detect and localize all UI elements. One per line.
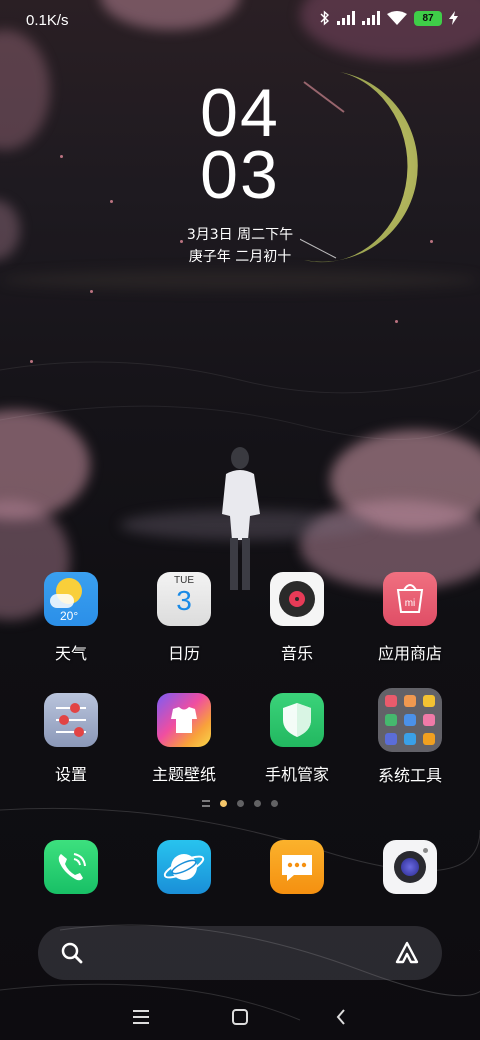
app-calendar[interactable]: TUE 3 日历 xyxy=(134,572,234,664)
app-store[interactable]: mi 应用商店 xyxy=(360,572,460,664)
dock-browser[interactable] xyxy=(134,840,234,894)
lunar-date-text: 庚子年 二月初十 xyxy=(188,249,292,265)
page-dot xyxy=(254,800,261,807)
phone-icon xyxy=(44,840,98,894)
home-icon xyxy=(232,1009,248,1025)
page-dot xyxy=(271,800,278,807)
dock-messages[interactable] xyxy=(247,840,347,894)
messages-icon xyxy=(270,840,324,894)
system-tools-folder-icon xyxy=(378,688,442,752)
search-icon xyxy=(61,942,83,964)
page-dot xyxy=(237,800,244,807)
app-label: 主题壁纸 xyxy=(151,765,216,784)
signal-icon xyxy=(362,11,380,25)
menu-icon xyxy=(133,1010,149,1024)
app-themes[interactable]: 主题壁纸 xyxy=(134,693,234,785)
dock-camera[interactable] xyxy=(360,840,460,894)
sea-waves xyxy=(0,361,480,1021)
page-indicator[interactable] xyxy=(0,800,480,807)
calendar-day: 3 xyxy=(176,585,192,616)
status-icons: 87 xyxy=(320,10,458,26)
app-label: 系统工具 xyxy=(377,766,442,785)
app-settings[interactable]: 设置 xyxy=(21,693,121,785)
date-text: 3月3日 周二下午 xyxy=(186,227,294,243)
security-icon xyxy=(270,693,324,747)
app-label: 设置 xyxy=(54,765,87,784)
app-label: 音乐 xyxy=(280,644,313,663)
signal-icon xyxy=(337,11,355,25)
network-speed: 0.1K/s xyxy=(26,12,69,29)
time-display: 04 03 xyxy=(0,75,480,213)
back-icon xyxy=(336,1009,345,1025)
assistant-icon[interactable] xyxy=(394,940,420,966)
app-label: 天气 xyxy=(54,644,87,663)
charging-icon xyxy=(449,11,458,25)
search-bar[interactable] xyxy=(38,926,442,980)
app-label: 应用商店 xyxy=(377,644,442,663)
navigation-bar xyxy=(0,996,480,1036)
status-bar: 0.1K/s 87 xyxy=(0,0,480,40)
settings-icon xyxy=(44,693,98,747)
clock-minute: 03 xyxy=(200,137,280,213)
app-store-badge: mi xyxy=(404,598,416,609)
app-weather[interactable]: 20° 天气 xyxy=(21,572,121,664)
themes-icon xyxy=(157,693,211,747)
app-music[interactable]: 音乐 xyxy=(247,572,347,664)
battery-icon: 87 xyxy=(414,10,442,26)
browser-icon xyxy=(157,840,211,894)
music-icon xyxy=(270,572,324,626)
dock-phone[interactable] xyxy=(21,840,121,894)
app-security[interactable]: 手机管家 xyxy=(247,693,347,785)
app-label: 日历 xyxy=(167,644,200,663)
home-button[interactable] xyxy=(225,1002,255,1032)
calendar-icon: TUE 3 xyxy=(157,572,211,626)
app-store-icon: mi xyxy=(383,572,437,626)
bluetooth-icon xyxy=(320,10,330,26)
page-list-icon xyxy=(202,800,210,807)
clock-hour: 04 xyxy=(200,75,280,151)
back-button[interactable] xyxy=(326,1002,356,1032)
app-label: 手机管家 xyxy=(264,765,329,784)
weather-icon: 20° xyxy=(44,572,98,626)
folder-system-tools[interactable]: 系统工具 xyxy=(360,688,460,786)
page-dot-active xyxy=(220,800,227,807)
weather-temperature: 20° xyxy=(60,609,79,623)
camera-icon xyxy=(383,840,437,894)
wifi-icon xyxy=(387,11,407,25)
recent-apps-button[interactable] xyxy=(126,1002,156,1032)
clock-widget[interactable]: 04 03 3月3日 周二下午 庚子年 二月初十 xyxy=(0,75,480,268)
